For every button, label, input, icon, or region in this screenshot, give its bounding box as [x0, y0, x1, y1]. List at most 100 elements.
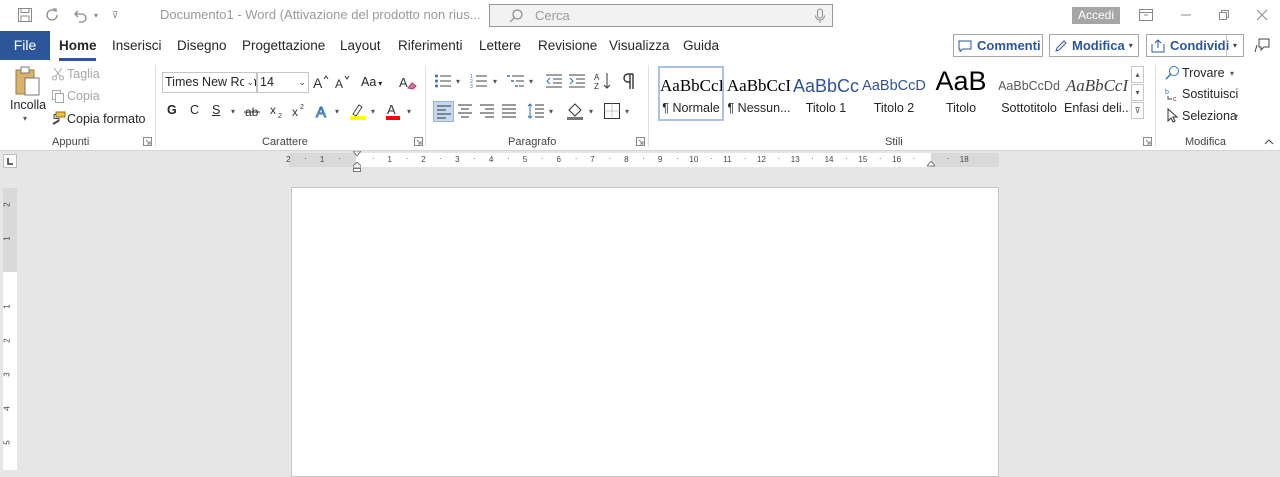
font-color-dropdown-icon[interactable]: ▾: [407, 107, 411, 116]
tab-draw[interactable]: Disegno: [177, 38, 227, 53]
style-heading-1[interactable]: AaBbCc Titolo 1: [793, 66, 859, 121]
increase-indent-icon[interactable]: [568, 73, 586, 89]
cut-button[interactable]: Taglia: [67, 67, 100, 81]
style-subtitle[interactable]: AaBbCcDd Sottotitolo: [996, 66, 1062, 121]
multilevel-list-icon[interactable]: [507, 73, 525, 89]
tab-home[interactable]: Home: [59, 38, 97, 53]
tab-help[interactable]: Guida: [683, 38, 719, 53]
bold-button[interactable]: G: [167, 103, 177, 117]
style-subtle-emphasis[interactable]: AaBbCcI Enfasi deli...: [1064, 66, 1130, 121]
multilevel-dropdown-icon[interactable]: ▾: [529, 77, 533, 86]
highlight-dropdown-icon[interactable]: ▾: [371, 107, 375, 116]
numbering-icon[interactable]: 123: [470, 73, 488, 89]
align-center-icon[interactable]: [457, 103, 473, 119]
show-marks-icon[interactable]: [621, 72, 637, 90]
shrink-font-icon[interactable]: A: [335, 73, 351, 91]
tab-mailings[interactable]: Lettere: [479, 38, 521, 53]
align-right-icon[interactable]: [479, 103, 495, 119]
undo-dropdown-icon[interactable]: ▾: [90, 5, 102, 25]
close-icon[interactable]: [1253, 6, 1271, 24]
highlight-icon[interactable]: [349, 102, 367, 120]
bullets-dropdown-icon[interactable]: ▾: [456, 77, 460, 86]
tab-review[interactable]: Revisione: [538, 38, 597, 53]
minimize-icon[interactable]: [1177, 6, 1195, 24]
italic-button[interactable]: C: [190, 103, 199, 117]
gallery-scroll-down-icon[interactable]: ▾: [1131, 84, 1144, 101]
replace-button[interactable]: Sostituisci: [1182, 87, 1238, 101]
style-heading-2[interactable]: AaBbCcD Titolo 2: [861, 66, 927, 121]
ribbon-display-options-icon[interactable]: [1137, 6, 1155, 24]
tab-view[interactable]: Visualizza: [609, 38, 670, 53]
paste-icon[interactable]: [12, 65, 42, 97]
font-size-combo[interactable]: 14 ⌄: [257, 72, 309, 93]
document-page[interactable]: [291, 187, 999, 477]
borders-icon[interactable]: [603, 102, 621, 120]
find-button[interactable]: Trovare: [1182, 66, 1225, 80]
collapse-ribbon-icon[interactable]: [1264, 138, 1274, 145]
borders-dropdown-icon[interactable]: ▾: [625, 107, 629, 116]
copy-button[interactable]: Copia: [67, 89, 100, 103]
paragraph-launcher-icon[interactable]: [636, 137, 645, 146]
search-input[interactable]: Cerca: [489, 4, 833, 27]
sort-icon[interactable]: AZ: [594, 72, 612, 90]
superscript-icon[interactable]: x2: [291, 102, 307, 118]
subscript-icon[interactable]: x2: [269, 103, 285, 119]
style-title[interactable]: AaB Titolo: [928, 66, 994, 121]
line-spacing-dropdown-icon[interactable]: ▾: [549, 107, 553, 116]
gallery-scroll-up-icon[interactable]: ▴: [1131, 66, 1144, 83]
align-left-icon[interactable]: [433, 101, 454, 122]
line-spacing-icon[interactable]: [527, 103, 545, 119]
redo-icon[interactable]: [42, 5, 62, 25]
justify-icon[interactable]: [501, 103, 517, 119]
first-line-indent-marker[interactable]: [353, 151, 361, 157]
gallery-more-icon[interactable]: ⊽: [1131, 102, 1144, 119]
styles-launcher-icon[interactable]: [1143, 137, 1152, 146]
editing-mode-button[interactable]: Modifica ▾: [1049, 34, 1139, 57]
select-dropdown-icon[interactable]: ▾: [1234, 112, 1238, 121]
shading-icon[interactable]: [566, 102, 584, 120]
tab-references[interactable]: Riferimenti: [398, 38, 463, 53]
feedback-icon[interactable]: [1254, 36, 1272, 54]
tab-insert[interactable]: Inserisci: [112, 38, 162, 53]
paste-label[interactable]: Incolla: [10, 98, 46, 112]
restore-icon[interactable]: [1215, 6, 1233, 24]
strikethrough-icon[interactable]: ab: [244, 103, 260, 119]
numbering-dropdown-icon[interactable]: ▾: [493, 77, 497, 86]
share-dropdown-icon[interactable]: ▾: [1226, 35, 1243, 56]
font-name-combo[interactable]: Times New Roman ⌄: [162, 72, 257, 93]
text-effects-dropdown-icon[interactable]: ▾: [335, 107, 339, 116]
right-indent-marker[interactable]: [927, 161, 935, 167]
tab-selector[interactable]: [3, 154, 17, 168]
shading-dropdown-icon[interactable]: ▾: [589, 107, 593, 116]
style-normal[interactable]: AaBbCcI ¶ Normale: [658, 66, 724, 121]
font-launcher-icon[interactable]: [414, 137, 423, 146]
style-no-spacing[interactable]: AaBbCcI ¶ Nessun...: [726, 66, 792, 121]
grow-font-icon[interactable]: A: [313, 73, 329, 91]
tab-layout[interactable]: Layout: [340, 38, 381, 53]
comments-button[interactable]: Commenti: [953, 34, 1043, 57]
vertical-ruler[interactable]: 2 1 1 2 3 4 5: [3, 188, 17, 470]
font-color-icon[interactable]: A: [385, 102, 401, 120]
customize-qat-icon[interactable]: ⊽: [108, 5, 122, 25]
sign-in-button[interactable]: Accedi: [1072, 7, 1120, 24]
format-painter-button[interactable]: Copia formato: [67, 112, 146, 126]
clipboard-launcher-icon[interactable]: [143, 137, 152, 146]
clear-formatting-icon[interactable]: A: [399, 73, 417, 91]
text-effects-icon[interactable]: A: [315, 102, 333, 121]
decrease-indent-icon[interactable]: [545, 73, 563, 89]
find-dropdown-icon[interactable]: ▾: [1230, 69, 1234, 78]
left-indent-marker[interactable]: [353, 162, 361, 172]
change-case-button[interactable]: Aa ▾: [361, 75, 382, 89]
select-button[interactable]: Seleziona: [1182, 109, 1237, 123]
share-button[interactable]: Condividi ▾: [1146, 34, 1244, 57]
horizontal-ruler[interactable]: 2 1 1 2 3 4 5 6 7 8 9 10 11 12 13 14 15 16 18 · · · · · · · · · · · · ·…: [286, 151, 999, 172]
bullets-icon[interactable]: [434, 73, 452, 89]
microphone-icon[interactable]: [814, 8, 826, 24]
tab-file[interactable]: File: [0, 31, 50, 60]
paste-dropdown-icon[interactable]: ▾: [23, 114, 27, 123]
underline-dropdown-icon[interactable]: ▾: [231, 107, 235, 116]
undo-icon[interactable]: [70, 5, 90, 25]
underline-button[interactable]: S: [212, 103, 220, 117]
tab-design[interactable]: Progettazione: [242, 38, 325, 53]
save-icon[interactable]: [15, 5, 35, 25]
